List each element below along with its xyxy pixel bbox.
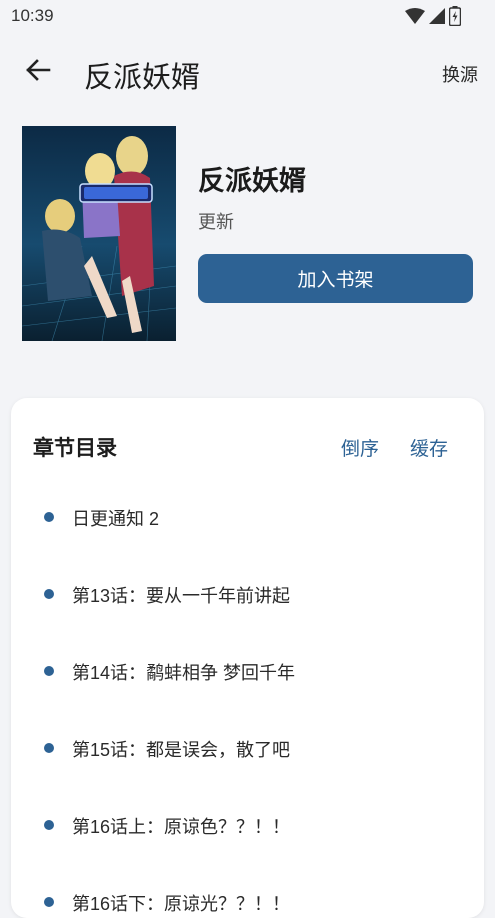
bullet-icon — [44, 512, 54, 522]
book-title: 反派妖婿 — [198, 166, 306, 196]
page-title: 反派妖婿 — [84, 62, 201, 94]
chapter-item[interactable]: 第15话：都是误会，散了吧 — [11, 732, 484, 809]
bullet-icon — [44, 666, 54, 676]
chapter-label: 第16话上：原谅色？？！！ — [72, 817, 291, 837]
back-button[interactable] — [20, 54, 56, 90]
arrow-left-icon — [25, 58, 51, 87]
cache-button[interactable]: 缓存 — [410, 434, 448, 461]
cellular-icon — [429, 8, 445, 29]
switch-source-button[interactable]: 换源 — [442, 61, 478, 87]
status-icons — [405, 6, 462, 31]
status-bar: 10:39 — [0, 0, 495, 34]
add-to-shelf-button[interactable]: 加入书架 — [198, 254, 473, 303]
chapter-label: 第15话：都是误会，散了吧 — [72, 740, 291, 760]
book-cover[interactable] — [22, 126, 176, 341]
wifi-icon — [405, 8, 425, 29]
status-time: 10:39 — [11, 6, 54, 25]
chapter-item[interactable]: 第14话：鹬蚌相争 梦回千年 — [11, 655, 484, 732]
bullet-icon — [44, 743, 54, 753]
chapter-card: 章节目录 倒序 缓存 日更通知 2 第13话：要从一千年前讲起 第14话：鹬蚌相… — [11, 398, 484, 918]
reverse-order-button[interactable]: 倒序 — [341, 434, 379, 461]
battery-icon — [448, 6, 462, 31]
chapter-list: 日更通知 2 第13话：要从一千年前讲起 第14话：鹬蚌相争 梦回千年 第15话… — [11, 501, 484, 918]
chapter-label: 日更通知 2 — [72, 509, 160, 529]
book-status: 更新 — [198, 212, 234, 232]
bullet-icon — [44, 820, 54, 830]
app-bar: 反派妖婿 换源 — [0, 44, 495, 100]
chapter-label: 第16话下：原谅光？？！！ — [72, 894, 291, 914]
chapter-item[interactable]: 第16话下：原谅光？？！！ — [11, 886, 484, 918]
chapter-label: 第14话：鹬蚌相争 梦回千年 — [72, 663, 296, 683]
bullet-icon — [44, 589, 54, 599]
chapter-item[interactable]: 第13话：要从一千年前讲起 — [11, 578, 484, 655]
bullet-icon — [44, 897, 54, 907]
chapter-list-heading: 章节目录 — [33, 437, 117, 460]
chapter-item[interactable]: 日更通知 2 — [11, 501, 484, 578]
chapter-item[interactable]: 第16话上：原谅色？？！！ — [11, 809, 484, 886]
chapter-label: 第13话：要从一千年前讲起 — [72, 586, 291, 606]
